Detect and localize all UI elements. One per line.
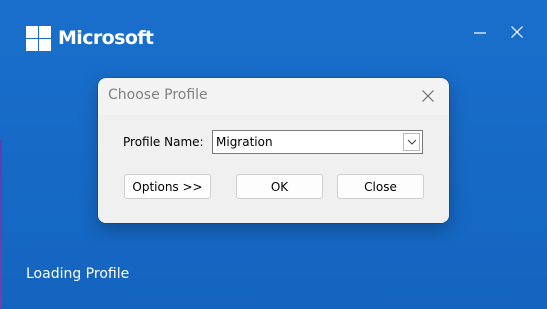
dialog-close-button[interactable] xyxy=(416,84,440,108)
choose-profile-dialog: Choose Profile Profile Name: Migration O… xyxy=(98,78,449,223)
brand-name: Microsoft xyxy=(58,27,154,49)
window-close-button[interactable] xyxy=(506,22,528,42)
chevron-down-icon xyxy=(407,139,416,145)
dialog-body: Profile Name: Migration Options >> OK Cl… xyxy=(98,115,449,223)
loading-status: Loading Profile xyxy=(26,266,130,282)
minimize-icon xyxy=(474,32,486,34)
profile-name-value: Migration xyxy=(216,135,273,149)
dialog-titlebar[interactable]: Choose Profile xyxy=(98,78,449,114)
minimize-button[interactable] xyxy=(469,22,491,42)
windows-logo-icon xyxy=(26,25,51,51)
background-edge xyxy=(0,140,2,309)
close-icon xyxy=(422,90,434,102)
profile-name-label: Profile Name: xyxy=(123,135,204,149)
brand: Microsoft xyxy=(26,24,154,52)
dropdown-arrow-button[interactable] xyxy=(403,133,420,151)
close-icon xyxy=(511,26,523,38)
options-button[interactable]: Options >> xyxy=(124,174,211,199)
profile-name-dropdown[interactable]: Migration xyxy=(212,130,423,154)
close-button[interactable]: Close xyxy=(337,174,424,199)
dialog-title: Choose Profile xyxy=(108,87,208,103)
splash-window: Microsoft Loading Profile Choose Profile… xyxy=(0,0,547,309)
ok-button[interactable]: OK xyxy=(236,174,323,199)
